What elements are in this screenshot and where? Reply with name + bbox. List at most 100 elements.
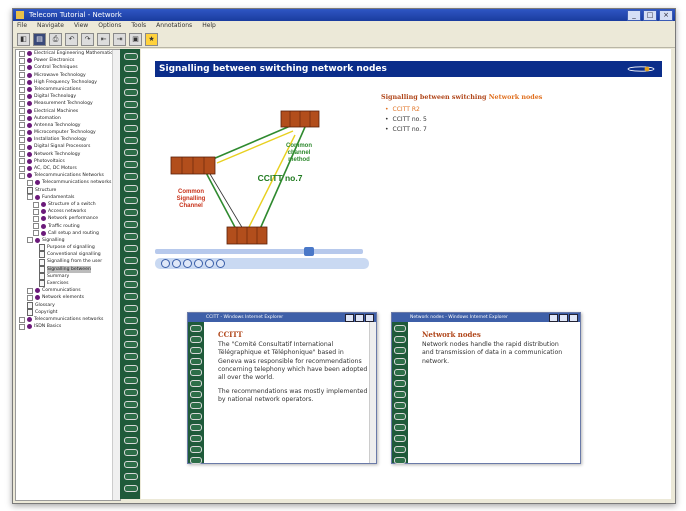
tree-item[interactable]: Signalling between: [16, 265, 120, 273]
menu-navigate[interactable]: Navigate: [37, 21, 64, 31]
tree-item[interactable]: Structure: [16, 186, 120, 194]
expand-icon[interactable]: [19, 136, 25, 143]
ccitt-link[interactable]: CCITT no. 5: [385, 115, 427, 125]
ccitt-link[interactable]: CCITT R2: [385, 105, 427, 115]
expand-icon[interactable]: [19, 57, 25, 64]
contents-button[interactable]: ▤: [33, 32, 46, 46]
collapse-icon[interactable]: [27, 179, 33, 186]
tree-item[interactable]: Power Electronics: [16, 57, 120, 64]
expand-icon[interactable]: [19, 93, 25, 100]
tree-item[interactable]: Microcomputer Technology: [16, 129, 120, 136]
expand-icon[interactable]: [19, 64, 25, 71]
tree-item[interactable]: Network Technology: [16, 151, 120, 158]
tree-item[interactable]: Conventional signalling: [16, 251, 120, 259]
volume-button[interactable]: [216, 259, 225, 268]
tree-scrollbar[interactable]: [112, 50, 120, 500]
expand-icon[interactable]: [27, 294, 33, 301]
ccitt-link[interactable]: CCITT no. 7: [385, 125, 427, 135]
expand-icon[interactable]: [19, 165, 25, 172]
collapse-icon[interactable]: [27, 237, 33, 244]
tree-item[interactable]: ISDN Basics: [16, 323, 120, 330]
tree-item[interactable]: Installation Technology: [16, 136, 120, 143]
favorite-button[interactable]: ★: [145, 32, 158, 46]
popup-ccitt-maximize-button[interactable]: [355, 314, 364, 322]
popup-nodes-minimize-button[interactable]: [549, 314, 558, 322]
expand-icon[interactable]: [19, 100, 25, 107]
tree-item[interactable]: Telecommunications Networks: [16, 172, 120, 179]
popup-nodes-close-button[interactable]: [569, 314, 578, 322]
expand-icon[interactable]: [19, 323, 25, 330]
menu-view[interactable]: View: [74, 21, 88, 31]
expand-icon[interactable]: [19, 108, 25, 115]
menu-annotations[interactable]: Annotations: [156, 21, 192, 31]
stop-button[interactable]: [183, 259, 192, 268]
forward-button[interactable]: ↷: [81, 32, 94, 46]
expand-icon[interactable]: [19, 158, 25, 165]
expand-icon[interactable]: [19, 72, 25, 79]
network-nodes-link[interactable]: Network nodes: [489, 93, 543, 101]
expand-icon[interactable]: [33, 208, 39, 215]
tree-item[interactable]: AC, DC, DC Motors: [16, 165, 120, 172]
tree-item[interactable]: Summary: [16, 272, 120, 280]
popup-nodes-maximize-button[interactable]: [559, 314, 568, 322]
tree-item[interactable]: Access networks: [16, 208, 120, 215]
expand-icon[interactable]: [19, 172, 25, 179]
tree-item[interactable]: Network elements: [16, 294, 120, 301]
tree-item[interactable]: High Frequency Technology: [16, 79, 120, 86]
close-button[interactable]: ×: [659, 10, 673, 21]
tree-item[interactable]: Digital Signal Processors: [16, 143, 120, 151]
tree-item[interactable]: Telecommunications networks: [16, 316, 120, 323]
tree-item[interactable]: Structure of a switch: [16, 201, 120, 208]
tree-item[interactable]: Telecommunications networks: [16, 179, 120, 186]
home-button[interactable]: ▣: [129, 32, 142, 46]
tree-item[interactable]: Purpose of signalling: [16, 244, 120, 252]
video-progress-track[interactable]: [155, 249, 363, 254]
tree-item[interactable]: Call setup and routing: [16, 230, 120, 237]
expand-icon[interactable]: [19, 129, 25, 136]
tree-item[interactable]: Photovoltaics: [16, 158, 120, 165]
tree-item[interactable]: Copyright: [16, 308, 120, 316]
tree-item[interactable]: Network performance: [16, 215, 120, 222]
menu-file[interactable]: File: [17, 21, 27, 31]
print-button[interactable]: ⎙: [49, 32, 62, 46]
collapse-icon[interactable]: [27, 194, 33, 201]
menu-tools[interactable]: Tools: [131, 21, 146, 31]
expand-icon[interactable]: [19, 86, 25, 93]
popup-ccitt-close-button[interactable]: [365, 314, 374, 322]
expand-icon[interactable]: [33, 223, 39, 230]
play-button[interactable]: [161, 259, 170, 268]
tree-item[interactable]: Signalling from the user: [16, 258, 120, 266]
tree-item[interactable]: Glossary: [16, 301, 120, 309]
pause-button[interactable]: [172, 259, 181, 268]
tree-item[interactable]: Signalling: [16, 237, 120, 244]
tree-item[interactable]: Microwave Technology: [16, 72, 120, 79]
tree-item[interactable]: Measurement Technology: [16, 100, 120, 107]
expand-icon[interactable]: [19, 151, 25, 158]
popup-ccitt-minimize-button[interactable]: [345, 314, 354, 322]
tree-item[interactable]: Antenna Technology: [16, 122, 120, 129]
tree-item[interactable]: Electrical Engineering Mathematics: [16, 50, 120, 57]
expand-icon[interactable]: [33, 230, 39, 237]
expand-icon[interactable]: [33, 201, 39, 208]
expand-icon[interactable]: [27, 287, 33, 294]
expand-icon[interactable]: [33, 215, 39, 222]
tree-item[interactable]: Telecommunications: [16, 86, 120, 93]
expand-icon[interactable]: [19, 115, 25, 122]
expand-icon[interactable]: [19, 122, 25, 129]
video-progress-knob[interactable]: [304, 247, 314, 256]
tree-item[interactable]: Traffic routing: [16, 223, 120, 230]
menu-help[interactable]: Help: [202, 21, 216, 31]
tree-item[interactable]: Fundamentals: [16, 194, 120, 201]
tree-item[interactable]: Automation: [16, 115, 120, 122]
rewind-button[interactable]: [194, 259, 203, 268]
tree-item[interactable]: Exercises: [16, 280, 120, 288]
first-page-button[interactable]: ⇤: [97, 32, 110, 46]
minimize-button[interactable]: _: [627, 10, 641, 21]
expand-icon[interactable]: [19, 79, 25, 86]
hide-pane-button[interactable]: ◧: [17, 32, 30, 46]
popup-ccitt-scrollbar[interactable]: [369, 322, 376, 463]
tree-item[interactable]: Control Techniques: [16, 64, 120, 71]
back-button[interactable]: ↶: [65, 32, 78, 46]
last-page-button[interactable]: ⇥: [113, 32, 126, 46]
maximize-button[interactable]: □: [643, 10, 657, 21]
